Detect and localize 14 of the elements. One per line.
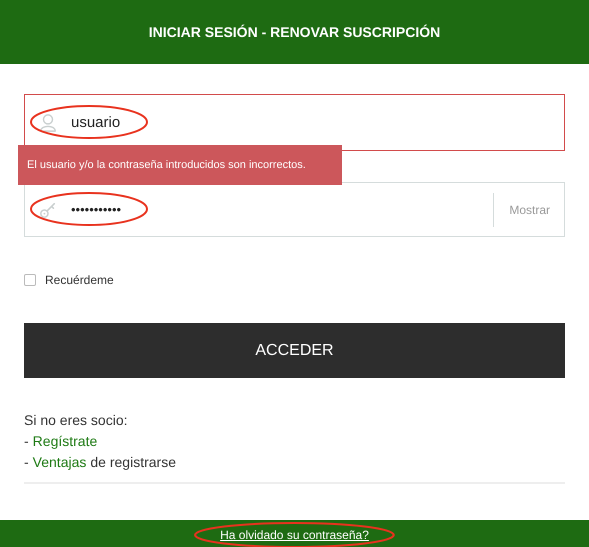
link-suffix-text: de registrarse [90,453,176,472]
remember-label: Recuérdeme [45,273,114,287]
error-tooltip: El usuario y/o la contraseña introducidos son incorrectos. [18,145,342,185]
dash-text: - [24,453,29,472]
dash-text: - [24,432,29,451]
user-icon [39,112,57,132]
login-button[interactable]: ACCEDER [24,323,565,378]
key-icon [39,200,57,218]
password-field[interactable]: ••••••••••• Mostrar [24,182,565,237]
register-link[interactable]: Regístrate [32,431,98,452]
remember-checkbox[interactable] [24,274,36,286]
register-link[interactable]: Ventajas [32,452,86,473]
page-title: INICIAR SESIÓN - RENOVAR SUSCRIPCIÓN [148,24,440,40]
register-intro: Si no eres socio: [24,411,128,430]
